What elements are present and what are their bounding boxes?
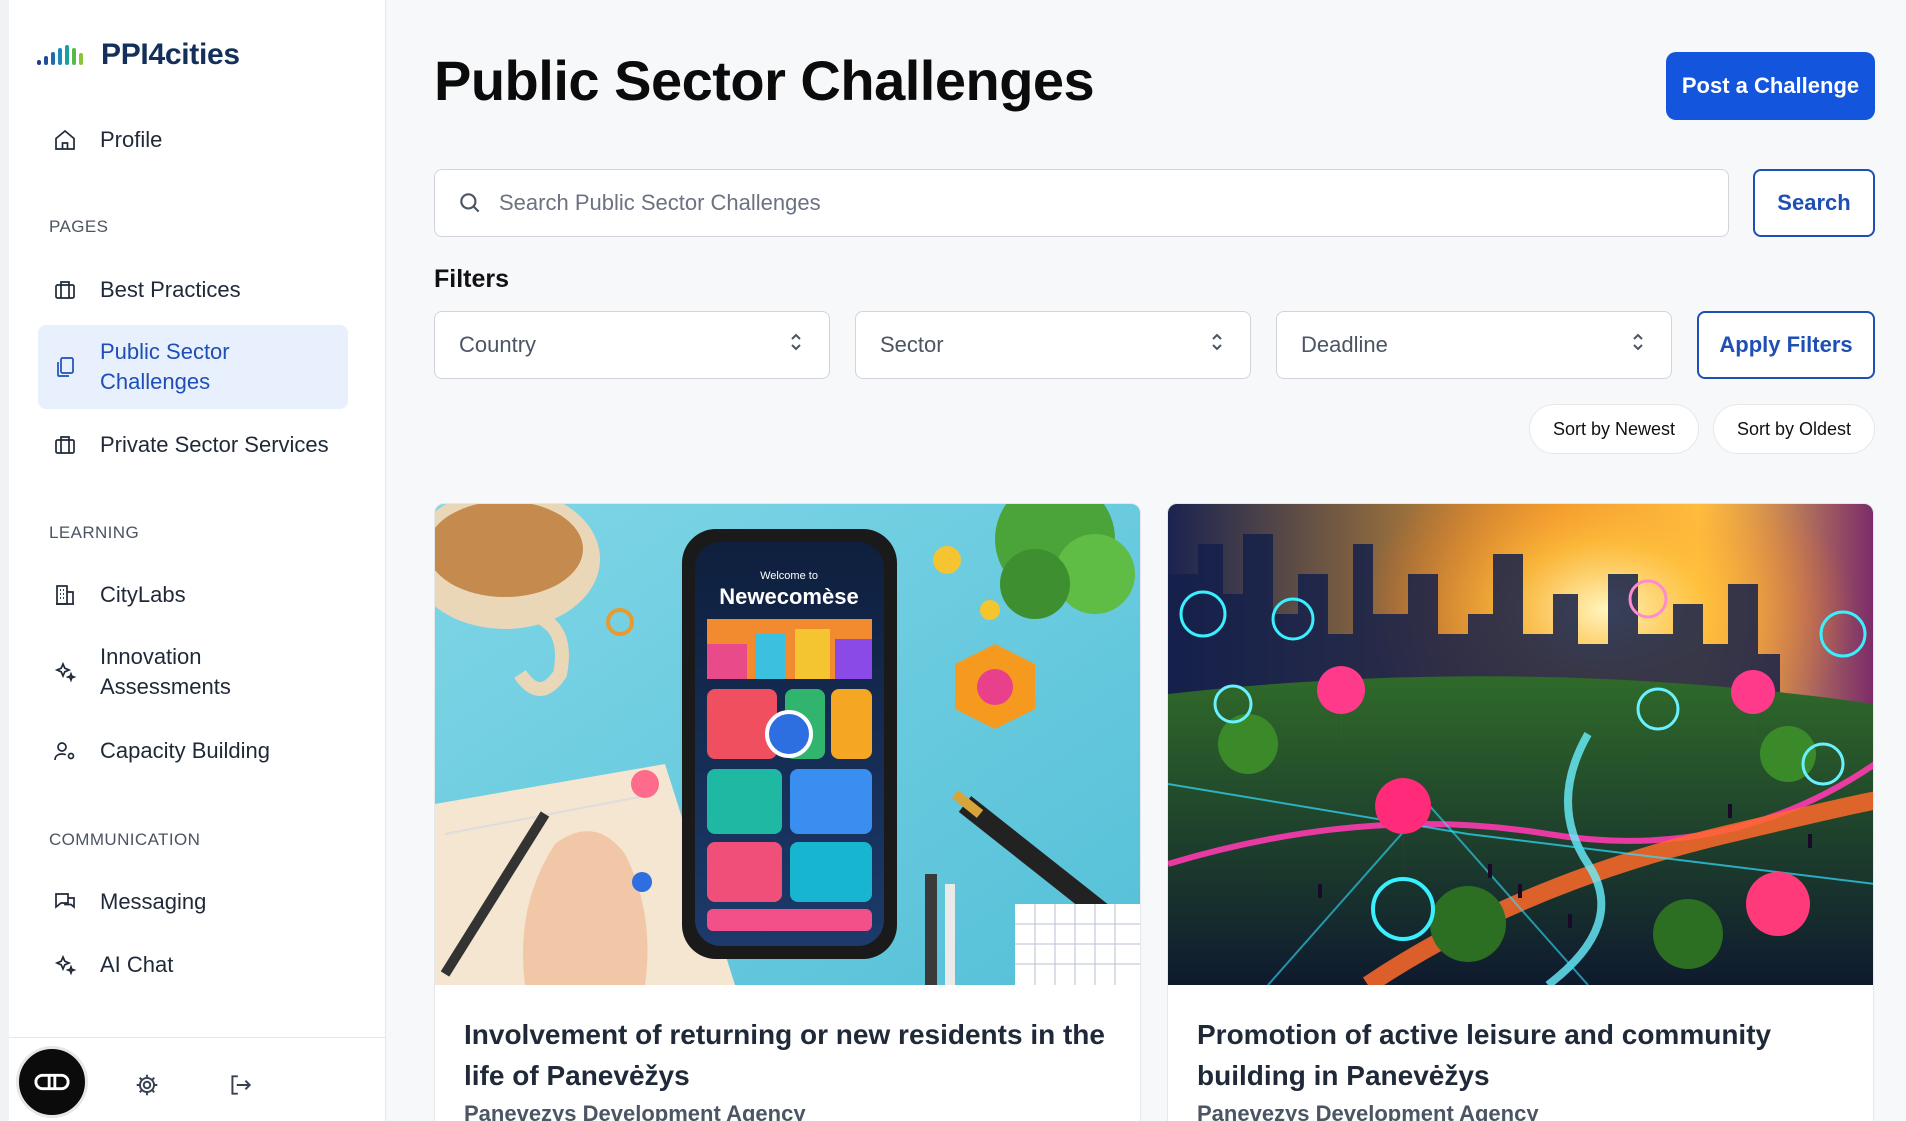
home-icon <box>52 127 78 153</box>
signal-bars-icon <box>37 41 87 69</box>
copy-icon <box>52 354 78 380</box>
chevron-up-down-icon <box>1629 330 1647 360</box>
sidebar-item-label: Profile <box>100 127 163 152</box>
sidebar-item-messaging[interactable]: Messaging <box>38 884 348 920</box>
label-line-2: Assessments <box>100 674 231 699</box>
user-cog-icon <box>52 738 78 764</box>
briefcase-icon <box>52 277 78 303</box>
label-line-2: Challenges <box>100 369 211 394</box>
select-value: Deadline <box>1301 332 1388 357</box>
sidebar-edge <box>0 0 9 1121</box>
card-organization: Panevezys Development Agency <box>1197 1101 1539 1121</box>
challenge-card[interactable]: Welcome to Newecomèse Involvement of ret… <box>434 503 1141 1121</box>
sidebar-item-best-practices[interactable]: Best Practices <box>38 272 348 308</box>
chevron-up-down-icon <box>1208 330 1226 360</box>
gear-icon[interactable] <box>134 1072 160 1098</box>
infinity-icon <box>34 1073 70 1091</box>
country-select[interactable]: Country <box>434 311 830 379</box>
card-image: Welcome to Newecomèse <box>435 504 1140 985</box>
sidebar-item-innovation-assessments[interactable]: Innovation Assessments <box>38 640 348 704</box>
card-image <box>1168 504 1873 985</box>
sort-oldest-button[interactable]: Sort by Oldest <box>1713 404 1875 454</box>
sidebar-item-profile[interactable]: Profile <box>38 122 348 158</box>
deadline-select[interactable]: Deadline <box>1276 311 1672 379</box>
sector-select[interactable]: Sector <box>855 311 1251 379</box>
sidebar: PPI4cities Profile PAGES Best Practices … <box>0 0 386 1121</box>
help-chat-button[interactable] <box>16 1046 88 1118</box>
challenge-card[interactable]: Promotion of active leisure and communit… <box>1167 503 1874 1121</box>
card-organization: Panevezys Development Agency <box>464 1101 806 1121</box>
sidebar-item-public-sector-challenges[interactable]: Public Sector Challenges <box>38 325 348 409</box>
section-heading-learning: LEARNING <box>49 523 140 542</box>
section-heading-pages: PAGES <box>49 217 109 236</box>
page-title: Public Sector Challenges <box>434 49 1095 112</box>
sidebar-item-label: Best Practices <box>100 277 241 302</box>
sidebar-item-label: AI Chat <box>100 952 174 977</box>
chevron-up-down-icon <box>787 330 805 360</box>
filters-heading: Filters <box>434 265 510 293</box>
sidebar-item-ai-chat[interactable]: AI Chat <box>38 947 348 983</box>
sidebar-item-label: CityLabs <box>100 582 186 607</box>
app-name: PPI4cities <box>101 38 240 71</box>
sidebar-item-citylabs[interactable]: CityLabs <box>38 577 348 613</box>
search-input[interactable] <box>499 190 1699 216</box>
sidebar-item-private-sector-services[interactable]: Private Sector Services <box>38 427 348 463</box>
search-icon <box>457 190 483 216</box>
logout-icon[interactable] <box>227 1072 253 1098</box>
app-logo[interactable]: PPI4cities <box>37 38 240 72</box>
select-value: Sector <box>880 332 944 357</box>
sparkles-icon <box>52 952 78 978</box>
apply-filters-button[interactable]: Apply Filters <box>1697 311 1875 379</box>
sidebar-item-label: Capacity Building <box>100 738 270 763</box>
phone-app-name: Newecomèse <box>719 584 858 609</box>
phone-welcome-text: Welcome to <box>760 570 818 582</box>
building-icon <box>52 582 78 608</box>
sidebar-item-label: Innovation Assessments <box>100 642 231 702</box>
label-line-1: Innovation <box>100 644 202 669</box>
post-challenge-button[interactable]: Post a Challenge <box>1666 52 1875 120</box>
section-heading-communication: COMMUNICATION <box>49 830 201 849</box>
sidebar-item-label: Private Sector Services <box>100 432 329 457</box>
card-title[interactable]: Involvement of returning or new resident… <box>464 1014 1124 1096</box>
chat-icon <box>52 889 78 915</box>
briefcase-icon <box>52 432 78 458</box>
sort-newest-button[interactable]: Sort by Newest <box>1529 404 1699 454</box>
sidebar-item-label: Public Sector Challenges <box>100 337 230 397</box>
search-field[interactable] <box>434 169 1729 237</box>
label-line-1: Public Sector <box>100 339 230 364</box>
sidebar-item-capacity-building[interactable]: Capacity Building <box>38 733 348 769</box>
card-title[interactable]: Promotion of active leisure and communit… <box>1197 1014 1857 1096</box>
search-button[interactable]: Search <box>1753 169 1875 237</box>
sparkles-icon <box>52 659 78 685</box>
select-value: Country <box>459 332 537 357</box>
sidebar-item-label: Messaging <box>100 889 207 914</box>
